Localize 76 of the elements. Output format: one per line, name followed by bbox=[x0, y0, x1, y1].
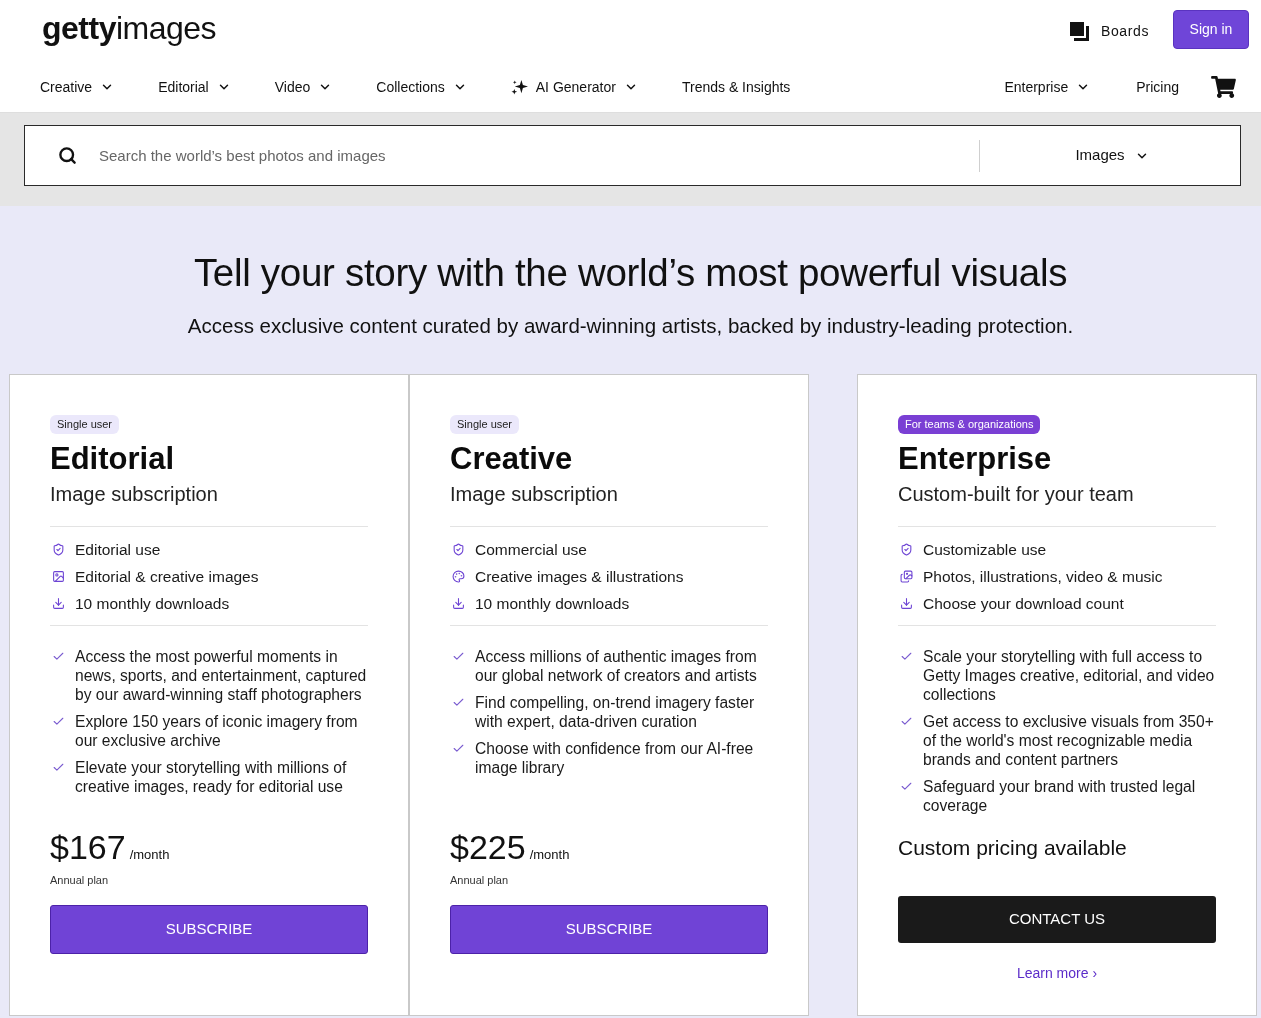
audience-badge: Single user bbox=[50, 415, 120, 434]
audience-badge: Single user bbox=[450, 415, 520, 434]
billing-note: Annual plan bbox=[50, 873, 110, 887]
check-icon bbox=[52, 761, 65, 774]
feature-text: Choose your download count bbox=[923, 593, 1124, 614]
highlight-text: Elevate your storytelling with millions of creative images, ready for editorial use bbox=[75, 758, 348, 796]
shield-check-icon bbox=[52, 543, 65, 556]
feature-text: Customizable use bbox=[923, 539, 1047, 560]
hero-title: Tell your story with the world’s most powerful visuals bbox=[192, 251, 1069, 295]
highlight-text: Find compelling, on-trend imagery faster with expert, data-driven curation bbox=[475, 693, 756, 731]
nav-link[interactable]: Enterprise bbox=[1004, 76, 1091, 98]
plan-title: Editorial bbox=[50, 441, 175, 477]
boards-link[interactable]: Boards bbox=[1070, 20, 1149, 42]
check-icon bbox=[900, 715, 913, 728]
search-icon[interactable] bbox=[58, 146, 77, 165]
price-period: /month bbox=[529, 846, 570, 864]
image-icon bbox=[52, 570, 65, 583]
download-icon bbox=[900, 597, 913, 610]
contact-button[interactable]: CONTACT US bbox=[898, 896, 1216, 943]
nav-link[interactable]: Pricing bbox=[1136, 76, 1179, 98]
check-icon bbox=[452, 696, 465, 709]
search-bar[interactable]: Search the world’s best photos and images Images bbox=[24, 125, 1241, 186]
audience-badge: For teams & organizations bbox=[898, 415, 1041, 434]
feature-text: Editorial use bbox=[75, 539, 161, 560]
feature-text: Editorial & creative images bbox=[75, 566, 259, 587]
highlight-text: Explore 150 years of iconic imagery from our exclusive archive bbox=[75, 712, 359, 750]
download-icon bbox=[52, 597, 65, 610]
highlight-text: Scale your storytelling with full access to Getty Images creative, editorial, and video collections bbox=[923, 647, 1216, 704]
nav-link[interactable]: Editorial bbox=[158, 76, 231, 98]
billing-note: Annual plan bbox=[450, 873, 510, 887]
palette-icon bbox=[452, 570, 465, 583]
nav-link[interactable]: Creative bbox=[40, 76, 115, 98]
check-icon bbox=[52, 650, 65, 663]
highlight-text: Get access to exclusive visuals from 350+ of the world's most recognizable media brands and content partners bbox=[923, 712, 1215, 769]
feature-text: 10 monthly downloads bbox=[75, 593, 230, 614]
plan-tagline: Image subscription bbox=[50, 482, 219, 507]
check-icon bbox=[452, 742, 465, 755]
nav-link[interactable]: Video bbox=[274, 76, 333, 98]
media-type-dropdown[interactable]: Images bbox=[1071, 144, 1149, 167]
images-stack-icon bbox=[900, 570, 913, 583]
subscribe-button[interactable]: SUBSCRIBE bbox=[50, 905, 368, 954]
boards-icon bbox=[1070, 21, 1090, 41]
feature-text: Photos, illustrations, video & music bbox=[923, 566, 1163, 587]
subscribe-button[interactable]: SUBSCRIBE bbox=[450, 905, 768, 954]
plan-title: Creative bbox=[450, 441, 574, 477]
plan-tagline: Image subscription bbox=[450, 482, 619, 507]
highlight-text: Access the most powerful moments in news, sports, and entertainment, captured by our award-winning staff photographers bbox=[75, 647, 368, 704]
pricing-note: Custom pricing available bbox=[898, 835, 1128, 861]
check-icon bbox=[900, 650, 913, 663]
sparkle-icon bbox=[510, 78, 528, 96]
highlight-text: Safeguard your brand with trusted legal coverage bbox=[923, 777, 1197, 815]
nav-link[interactable]: Trends & Insights bbox=[681, 76, 791, 98]
shield-check-icon bbox=[452, 543, 465, 556]
nav-link[interactable]: Collections bbox=[376, 76, 467, 98]
plan-title: Enterprise bbox=[898, 441, 1053, 477]
feature-text: 10 monthly downloads bbox=[475, 593, 630, 614]
hero-subtitle: Access exclusive content curated by award-winning artists, backed by industry-leading protection. bbox=[186, 313, 1075, 339]
highlight-text: Access millions of authentic images from our global network of creators and artists bbox=[475, 647, 758, 685]
price: $225 bbox=[450, 827, 526, 867]
check-icon bbox=[900, 780, 913, 793]
feature-text: Creative images & illustrations bbox=[475, 566, 684, 587]
search-field[interactable]: Search the world’s best photos and images bbox=[99, 135, 979, 176]
check-icon bbox=[52, 715, 65, 728]
feature-text: Commercial use bbox=[475, 539, 587, 560]
cart-icon[interactable] bbox=[1211, 76, 1236, 98]
highlight-text: Choose with confidence from our AI-free image library bbox=[475, 739, 755, 777]
learn-more-link[interactable]: Learn more › bbox=[1016, 965, 1098, 981]
plan-tagline: Custom-built for your team bbox=[898, 482, 1135, 507]
download-icon bbox=[452, 597, 465, 610]
sign-in-button[interactable]: Sign in bbox=[1173, 9, 1249, 49]
nav-link[interactable]: AI Generator bbox=[510, 76, 638, 98]
shield-check-icon bbox=[900, 543, 913, 556]
price-period: /month bbox=[129, 846, 170, 864]
logo[interactable]: gettyimages bbox=[42, 9, 217, 47]
price: $167 bbox=[50, 827, 126, 867]
check-icon bbox=[452, 650, 465, 663]
